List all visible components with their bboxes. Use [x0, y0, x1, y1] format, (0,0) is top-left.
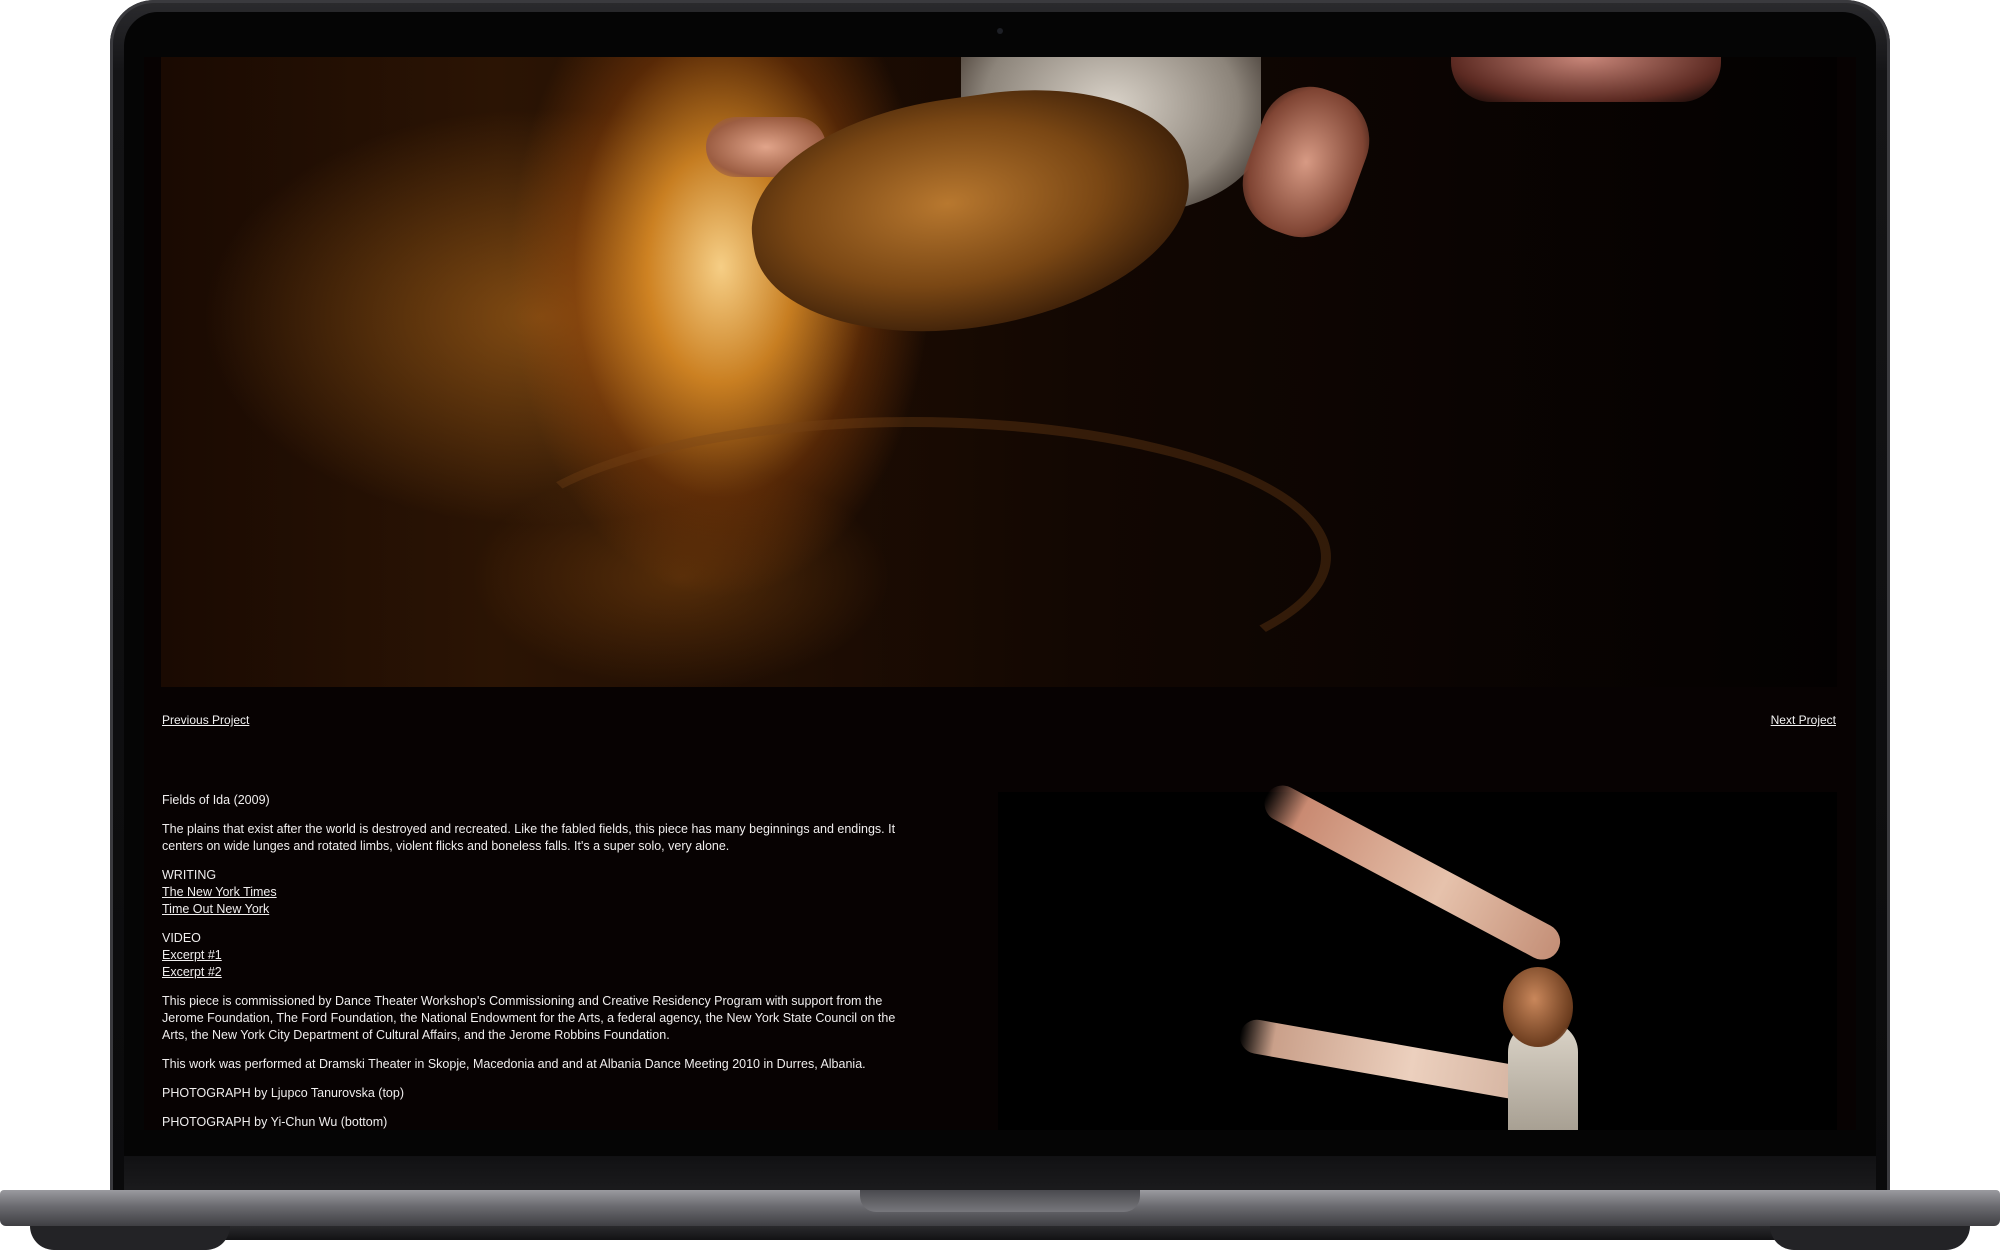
secondary-photo [998, 779, 1837, 1130]
hero-photo-hair [737, 67, 1205, 357]
laptop-opening-notch [860, 1190, 1140, 1212]
secondary-photo-head [1503, 967, 1573, 1047]
previous-project-link[interactable]: Previous Project [162, 713, 249, 727]
writing-section: WRITING The New York Times Time Out New … [162, 867, 922, 918]
camera-icon [997, 28, 1003, 34]
video-link-excerpt-1[interactable]: Excerpt #1 [162, 947, 922, 964]
performance-text: This work was performed at Dramski Theat… [162, 1057, 866, 1071]
writing-heading: WRITING [162, 868, 217, 882]
secondary-photo-arm-upper [1258, 779, 1567, 966]
laptop-foot-left [30, 1226, 230, 1250]
writing-link-timeout[interactable]: Time Out New York [162, 901, 922, 918]
hero-photo [161, 57, 1837, 697]
commission-text: This piece is commissioned by Dance Thea… [162, 994, 896, 1042]
photo-credit-bottom: PHOTOGRAPH by Yi-Chun Wu (bottom) [162, 1115, 388, 1129]
hero-photo-leg [1451, 57, 1721, 102]
laptop-bottom-strip [70, 1226, 1930, 1240]
laptop-chin [124, 1156, 1876, 1192]
photo-credit-top: PHOTOGRAPH by Ljupco Tanurovska (top) [162, 1086, 404, 1100]
hero-photo-cable [491, 417, 1331, 697]
video-link-excerpt-2[interactable]: Excerpt #2 [162, 964, 922, 981]
browser-viewport[interactable]: Previous Project Next Project Fields of … [144, 57, 1856, 1130]
project-summary: The plains that exist after the world is… [162, 822, 896, 853]
project-title: Fields of Ida (2009) [162, 793, 270, 807]
video-section: VIDEO Excerpt #1 Excerpt #2 [162, 930, 922, 981]
video-heading: VIDEO [162, 931, 201, 945]
next-project-link[interactable]: Next Project [1771, 713, 1836, 727]
secondary-photo-arm-lower [1237, 1017, 1529, 1101]
writing-link-nytimes[interactable]: The New York Times [162, 884, 922, 901]
laptop-foot-right [1770, 1226, 1970, 1250]
project-description: Fields of Ida (2009) The plains that exi… [162, 792, 922, 1130]
